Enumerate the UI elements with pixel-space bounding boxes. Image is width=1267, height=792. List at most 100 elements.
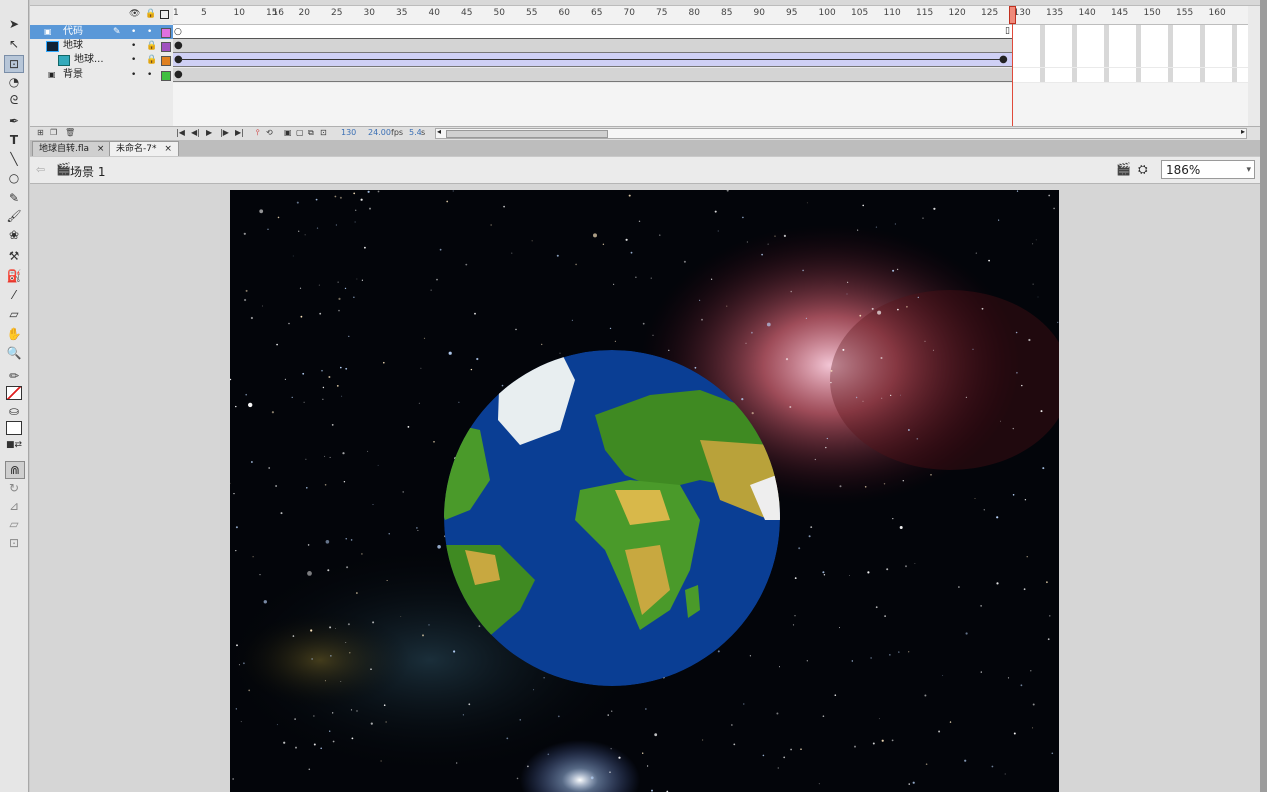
scroll-thumb[interactable] — [446, 130, 608, 138]
layer-row-background[interactable]: ▣ 背景 • • — [30, 68, 173, 82]
brush-tool-icon[interactable]: 🖌 — [5, 208, 23, 224]
text-tool-icon[interactable]: T — [5, 132, 23, 148]
frame-number-16: 16 — [272, 8, 284, 18]
center-frame-icon[interactable]: ⫯ — [256, 128, 259, 138]
3d-rotation-tool-icon[interactable]: ◔ — [5, 74, 23, 90]
layer-folder-icon: ▣ — [44, 27, 52, 36]
playhead[interactable] — [1009, 6, 1016, 24]
eyedropper-tool-icon[interactable]: ⁄ — [5, 287, 23, 303]
onion-outline-icon[interactable]: ▢ — [296, 128, 304, 137]
edit-scene-icon[interactable]: 🎬 — [1116, 162, 1131, 176]
first-frame-icon[interactable]: |◀ — [176, 128, 185, 137]
layer-row-code[interactable]: ▣ 代码 ✎ • • — [30, 25, 173, 39]
timeline-horizontal-scrollbar[interactable]: ◂ ▸ — [435, 127, 1247, 139]
oval-tool-icon[interactable]: ○ — [5, 170, 23, 186]
zoom-select[interactable]: 186% ▾ — [1161, 160, 1255, 179]
step-forward-icon[interactable]: |▶ — [220, 128, 229, 137]
onion-skin-icon[interactable]: ▣ — [284, 128, 292, 137]
lock-dot[interactable]: • — [147, 25, 152, 39]
frames-row-earth[interactable]: ● — [173, 39, 1248, 53]
scale-icon[interactable]: ⊡ — [5, 535, 23, 551]
visible-dot[interactable]: • — [131, 39, 136, 53]
lock-icon[interactable]: 🔒 — [145, 9, 156, 19]
frame-rate[interactable]: 24.00 — [368, 128, 391, 137]
layer-name: 代码 — [63, 26, 83, 37]
new-folder-icon[interactable]: ❐ — [50, 128, 57, 137]
stroke-swatch[interactable] — [6, 386, 22, 400]
paint-bucket-tool-icon[interactable]: ⛽ — [5, 268, 23, 284]
layer-color-swatch[interactable] — [161, 56, 171, 66]
frame-number-80: 80 — [688, 8, 700, 18]
lock-dot[interactable]: • — [147, 68, 152, 82]
playhead-line — [1012, 6, 1013, 128]
stroke-color-icon[interactable]: ✏ — [5, 368, 23, 384]
frame-ruler[interactable]: 1 5 10 15 20 25 30 35 40 45 50 55 60 65 70 75 80 85 90 95 10… — [173, 6, 1248, 25]
layer-name: 地球 — [63, 40, 83, 51]
bone-tool-icon[interactable]: ⚒ — [5, 248, 23, 264]
scroll-right-icon[interactable]: ▸ — [1241, 127, 1245, 136]
eye-icon[interactable]: 👁 — [129, 9, 140, 19]
straighten-icon[interactable]: ⊿ — [5, 498, 23, 514]
smooth-icon[interactable]: ↻ — [5, 480, 23, 496]
layer-color-swatch[interactable] — [161, 71, 171, 81]
deco-tool-icon[interactable]: ❀ — [5, 227, 23, 243]
lock-icon[interactable]: 🔒 — [146, 39, 157, 53]
back-arrow-icon[interactable]: ⇦ — [36, 163, 45, 176]
selection-tool-icon[interactable]: ➤ — [5, 16, 23, 32]
visible-dot[interactable]: • — [131, 25, 136, 39]
layer-icon: ▣ — [48, 70, 56, 79]
close-icon[interactable]: × — [97, 144, 105, 154]
current-frame[interactable]: 130 — [341, 128, 356, 137]
play-icon[interactable]: ▶ — [206, 128, 212, 137]
snap-to-objects-icon[interactable]: ⋒ — [5, 461, 25, 479]
visible-dot[interactable]: • — [131, 68, 136, 82]
lock-icon[interactable]: 🔒 — [146, 53, 157, 67]
onion-markers-icon[interactable]: ⊡ — [320, 128, 327, 137]
scene-label[interactable]: 场景 1 — [70, 163, 105, 180]
zoom-tool-icon[interactable]: 🔍 — [5, 345, 23, 361]
swap-colors-icon[interactable]: ■⇄ — [5, 437, 23, 453]
last-frame-icon[interactable]: ▶| — [235, 128, 244, 137]
edit-bar: ⇦ 🎬 场景 1 🎬 ⛭ 186% ▾ — [30, 157, 1260, 184]
hand-tool-icon[interactable]: ✋ — [5, 326, 23, 342]
layer-row-earth[interactable]: 地球 • 🔒 — [30, 39, 173, 53]
layer-color-swatch[interactable] — [161, 42, 171, 52]
fill-swatch[interactable] — [6, 421, 22, 435]
chevron-down-icon[interactable]: ▾ — [1246, 161, 1251, 180]
frames-row-background[interactable]: ● — [173, 68, 1248, 82]
pencil-tool-icon[interactable]: ✎ — [5, 190, 23, 206]
line-tool-icon[interactable]: ╲ — [5, 151, 23, 167]
layer-row-earth-masked[interactable]: 地球... • 🔒 — [30, 53, 173, 67]
elapsed-time-unit: s — [421, 128, 426, 137]
layer-color-swatch[interactable] — [161, 28, 171, 38]
eraser-tool-icon[interactable]: ▱ — [5, 306, 23, 322]
frames-row-code[interactable]: ○ ▯ — [173, 25, 1248, 39]
outline-icon[interactable] — [160, 10, 169, 19]
new-layer-icon[interactable]: ⊞ — [37, 128, 44, 137]
rotate-skew-icon[interactable]: ▱ — [5, 516, 23, 532]
visible-dot[interactable]: • — [131, 53, 136, 67]
lasso-tool-icon[interactable]: ᘓ — [5, 92, 23, 108]
fill-color-icon[interactable]: ⛀ — [5, 403, 23, 419]
frame-number-5: 5 — [201, 8, 207, 18]
frames-row-earth-masked[interactable]: ● ● — [173, 53, 1248, 67]
pen-tool-icon[interactable]: ✒ — [5, 113, 23, 129]
frame-number-105: 105 — [851, 8, 869, 18]
tab-earth-rotation[interactable]: 地球自转.fla × — [32, 141, 112, 156]
loop-icon[interactable]: ⟲ — [266, 128, 273, 137]
edit-symbols-icon[interactable]: ⛭ — [1138, 162, 1148, 177]
subselection-tool-icon[interactable]: ↖ — [5, 36, 23, 52]
frame-number-20: 20 — [298, 8, 310, 18]
frame-number-150: 150 — [1143, 8, 1161, 18]
free-transform-tool-icon[interactable]: ⊡ — [4, 55, 24, 73]
step-back-icon[interactable]: ◀| — [191, 128, 200, 137]
close-icon[interactable]: × — [164, 144, 172, 154]
action-frame-icon: ▯ — [1005, 26, 1010, 36]
stage-canvas[interactable] — [230, 190, 1059, 792]
edit-multiple-icon[interactable]: ⧉ — [308, 128, 314, 138]
delete-layer-icon[interactable]: 🗑 — [65, 128, 75, 137]
frame-number-65: 65 — [591, 8, 603, 18]
scroll-left-icon[interactable]: ◂ — [437, 127, 441, 136]
empty-frames-area[interactable] — [173, 83, 1248, 126]
tab-untitled-7[interactable]: 未命名-7* × — [109, 141, 179, 156]
